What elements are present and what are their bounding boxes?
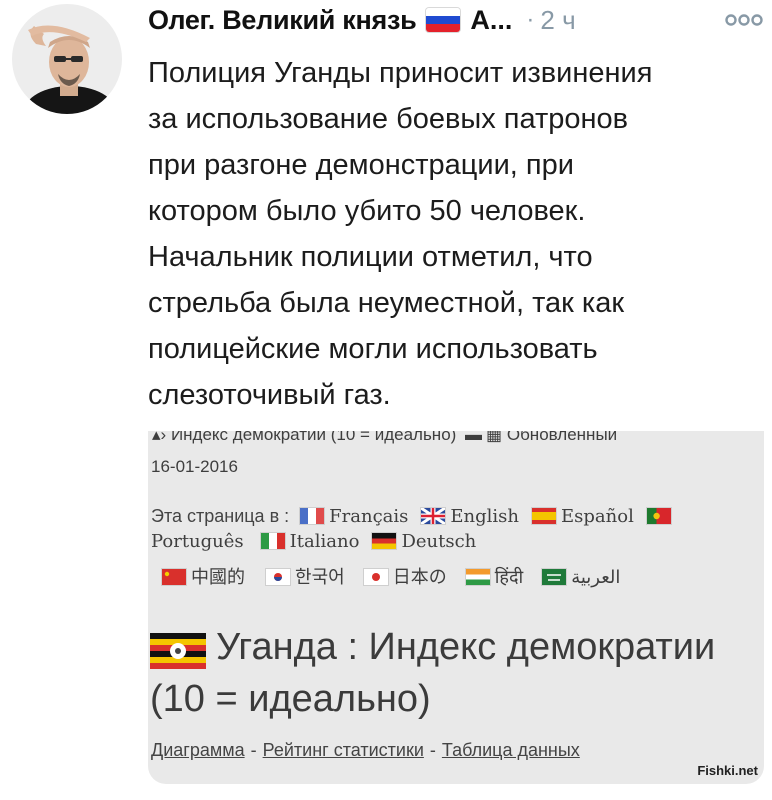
updated-label: Обновленный <box>506 431 618 444</box>
author-handle[interactable]: А... <box>470 5 512 36</box>
portugal-flag-icon <box>646 508 671 524</box>
russia-flag-icon <box>426 8 461 32</box>
language-link-ar[interactable]: العربية <box>571 567 620 588</box>
calendar-icon: ▦ <box>486 431 503 444</box>
language-link-de[interactable]: Deutsch <box>401 531 476 552</box>
link-separator: - <box>250 740 257 760</box>
page-language-label: Эта страница в : <box>151 506 290 526</box>
person-avatar-icon <box>12 4 122 114</box>
avatar[interactable] <box>12 4 122 114</box>
chart-link[interactable]: Диаграмма <box>151 740 245 760</box>
language-link-en[interactable]: English <box>450 506 519 527</box>
germany-flag-icon <box>372 533 397 549</box>
tweet-text: Полиция Уганды приносит извинения за исп… <box>148 57 653 411</box>
embed-links: Диаграмма - Рейтинг статистики - Таблица дан… <box>151 740 580 761</box>
language-link-ko[interactable]: 한국어 <box>295 567 345 588</box>
breadcrumb-title: Индекс демократии (10 = идеально) <box>170 431 457 444</box>
china-flag-icon <box>162 569 186 585</box>
embedded-image[interactable]: ▴› Индекс демократии (10 = идеально) ▬ ▦ … <box>148 431 764 784</box>
language-link-fr[interactable]: Français <box>329 506 408 527</box>
dot-separator: · <box>526 6 535 33</box>
dash-icon: ▬ <box>465 431 483 444</box>
watermark: Fishki.net <box>697 763 758 778</box>
language-link-es[interactable]: Español <box>561 506 634 527</box>
korea-flag-icon <box>266 569 291 585</box>
tweet-screenshot: Олег. Великий князь А... · 2 ч Полиция У… <box>0 0 772 800</box>
italy-flag-icon <box>260 533 285 549</box>
embed-breadcrumb: ▴› Индекс демократии (10 = идеально) ▬ ▦ … <box>152 431 617 445</box>
language-link-ja[interactable]: 日本の <box>393 567 447 588</box>
uk-flag-icon <box>421 508 446 524</box>
updated-date: 16-01-2016 <box>151 457 238 476</box>
language-row-3: 中國的 한국어 日本の हिंदी العربية <box>162 563 628 589</box>
japan-flag-icon <box>363 569 388 585</box>
language-link-zh[interactable]: 中國的 <box>191 567 245 588</box>
language-link-it[interactable]: Italiano <box>290 531 360 552</box>
language-link-hi[interactable]: हिंदी <box>495 567 523 588</box>
page-title: Уганда : Индекс демократии (10 = идеальн… <box>150 626 716 720</box>
table-link[interactable]: Таблица данных <box>442 740 580 760</box>
india-flag-icon <box>465 569 490 585</box>
saudi-flag-icon <box>542 569 567 585</box>
breadcrumb-arrow-icon: ▴› <box>152 431 167 444</box>
language-link-pt[interactable]: Português <box>151 531 244 552</box>
language-row-1: Эта страница в : Français English Españo… <box>151 506 676 527</box>
author-name[interactable]: Олег. Великий князь <box>148 5 417 36</box>
spain-flag-icon <box>532 508 557 524</box>
more-options-icon[interactable] <box>724 10 764 30</box>
tweet-header: Олег. Великий князь А... · 2 ч <box>148 0 758 40</box>
france-flag-icon <box>300 508 325 524</box>
timestamp[interactable]: 2 ч <box>540 5 575 36</box>
link-separator: - <box>429 740 436 760</box>
language-row-2: Português Italiano Deutsch <box>151 531 484 552</box>
rating-link[interactable]: Рейтинг статистики <box>263 740 424 760</box>
